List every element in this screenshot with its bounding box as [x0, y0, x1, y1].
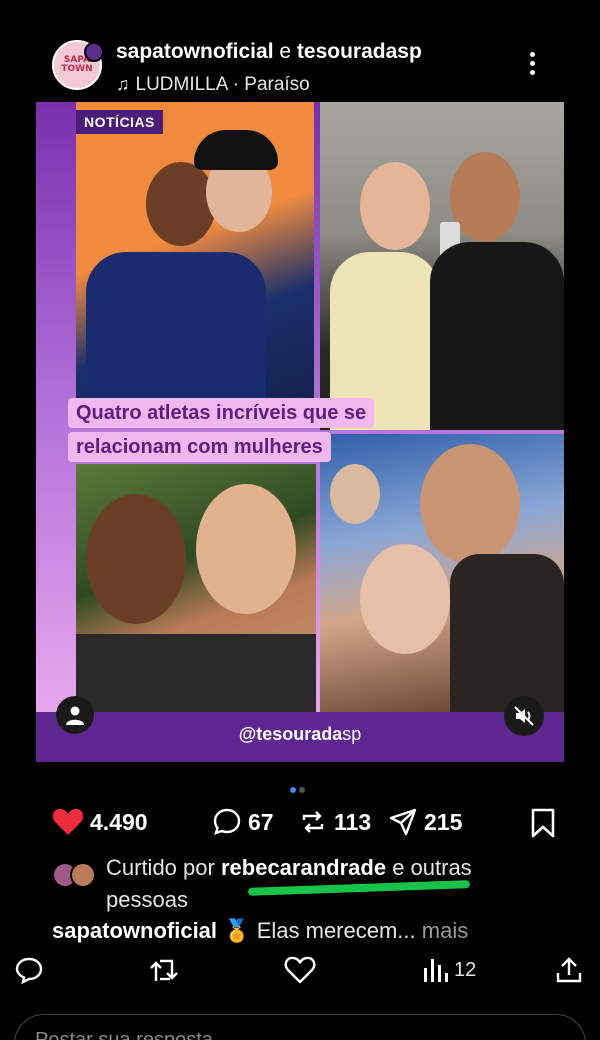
reply-button[interactable] — [14, 950, 44, 990]
comment-count: 67 — [248, 808, 274, 835]
tweet-action-bar: 12 — [0, 950, 600, 994]
account-join: e — [279, 40, 292, 63]
caption[interactable]: sapatownoficial 🏅 Elas merecem... mais — [52, 918, 552, 944]
send-icon — [389, 808, 417, 836]
carousel-dot-active — [290, 787, 296, 793]
media-headline: Quatro atletas incríveis que se relacion… — [68, 398, 428, 466]
music-artist: LUDMILLA — [135, 74, 228, 95]
liked-by-avatars — [52, 862, 102, 888]
photo-bottom-left — [76, 464, 316, 712]
like-count: 4.490 — [90, 808, 148, 835]
account-collab[interactable]: tesouradasp — [297, 40, 422, 63]
photo-top-right — [320, 102, 564, 430]
heart-outline-icon — [284, 956, 316, 984]
instagram-post-card: SAPA TOWN sapatownoficial e tesouradasp … — [36, 32, 564, 962]
liked-by[interactable]: Curtido por rebecarandrade e outras pess… — [52, 852, 552, 916]
music-track: Paraíso — [244, 74, 310, 95]
retweet-button[interactable] — [148, 950, 182, 990]
repost-icon — [302, 811, 324, 833]
photo-top-left — [76, 102, 314, 400]
caption-more-link[interactable]: mais — [422, 918, 468, 943]
comment-icon — [213, 808, 241, 835]
speaker-muted-icon — [514, 706, 534, 726]
medal-icon: 🏅 — [223, 918, 251, 943]
tagged-users-button[interactable] — [56, 696, 94, 734]
carousel-dot — [299, 787, 305, 793]
like-tweet-button[interactable] — [284, 950, 316, 990]
reply-input[interactable]: Postar sua resposta — [14, 1014, 586, 1040]
headline-line-2: relacionam com mulheres — [68, 432, 331, 462]
liked-by-user[interactable]: rebecarandrade — [221, 855, 386, 880]
media-handle: @tesouradasp — [238, 724, 362, 744]
caption-user[interactable]: sapatownoficial — [52, 918, 217, 943]
repost-button[interactable]: 113 — [298, 804, 371, 840]
post-media[interactable]: NOTÍCIAS Quatro atletas incríveis que se… — [36, 102, 564, 762]
upload-icon — [556, 957, 582, 983]
photo-bottom-right — [320, 434, 564, 712]
share-count: 215 — [424, 808, 463, 835]
like-button[interactable]: 4.490 — [52, 804, 148, 840]
retweet-icon — [150, 959, 178, 981]
account-main[interactable]: sapatownoficial — [116, 40, 274, 63]
views-button[interactable]: 12 — [422, 950, 476, 990]
heart-icon — [52, 808, 84, 835]
repost-count: 113 — [334, 808, 372, 835]
news-tag: NOTÍCIAS — [76, 110, 163, 134]
account-names[interactable]: sapatownoficial e tesouradasp — [116, 40, 422, 64]
caption-text: Elas merecem... — [256, 918, 416, 943]
share-tweet-button[interactable] — [554, 950, 584, 990]
music-separator: · — [232, 74, 239, 95]
share-button[interactable]: 215 — [388, 804, 462, 840]
music-info[interactable]: ♫ LUDMILLA · Paraíso — [116, 74, 310, 96]
reply-icon — [15, 957, 43, 985]
person-icon — [66, 706, 84, 725]
reply-placeholder: Postar sua resposta — [35, 1029, 213, 1040]
media-footer-bar: @tesouradasp — [36, 712, 564, 762]
bar-chart-icon — [424, 959, 448, 982]
post-actions: 4.490 67 113 215 — [52, 804, 555, 840]
music-note-icon: ♫ — [116, 74, 130, 94]
collab-avatar[interactable] — [84, 42, 104, 62]
post-header: SAPA TOWN sapatownoficial e tesouradasp … — [36, 32, 564, 102]
bookmark-icon[interactable] — [530, 808, 556, 843]
mute-button[interactable] — [504, 696, 544, 736]
views-count: 12 — [454, 958, 477, 981]
comment-button[interactable]: 67 — [212, 804, 274, 840]
carousel-dots — [290, 780, 308, 798]
more-options-icon[interactable] — [524, 52, 540, 80]
headline-line-1: Quatro atletas incríveis que se — [68, 398, 375, 428]
liked-by-prefix: Curtido por — [106, 855, 215, 880]
